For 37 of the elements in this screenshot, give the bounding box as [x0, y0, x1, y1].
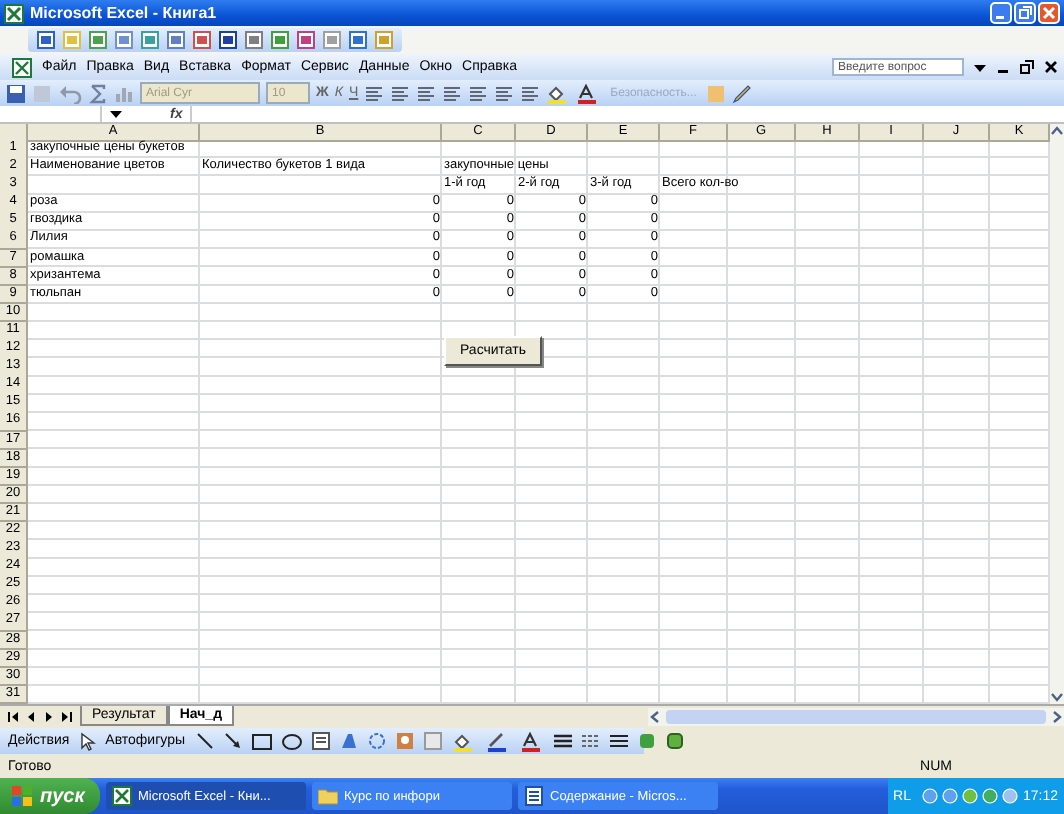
scroll-left-icon[interactable]	[648, 709, 662, 723]
font-color-icon[interactable]	[576, 83, 601, 103]
document-icon	[524, 786, 544, 806]
undo-icon[interactable]	[58, 83, 82, 103]
align-left-icon[interactable]	[364, 83, 385, 103]
spreadsheet-icon	[4, 3, 24, 23]
window-title: Microsoft Excel - Книга1	[30, 4, 217, 22]
fill-color-icon[interactable]	[451, 731, 475, 751]
scroll-down-icon[interactable]	[1050, 690, 1064, 704]
font-color-icon[interactable]	[519, 731, 543, 751]
line-style-icon[interactable]	[553, 732, 571, 750]
close-icon[interactable]	[1044, 60, 1058, 74]
save-icon[interactable]	[6, 83, 26, 103]
windows-logo-icon	[12, 786, 32, 806]
horizontal-scrollbar[interactable]	[648, 707, 1064, 725]
diagram-icon[interactable]	[367, 732, 385, 750]
restore-icon[interactable]	[1020, 60, 1034, 74]
first-sheet-icon[interactable]	[6, 709, 20, 723]
fill-color-icon[interactable]	[546, 83, 571, 103]
scroll-up-icon[interactable]	[1050, 124, 1064, 138]
dropdown-arrow-icon[interactable]	[110, 108, 122, 120]
line-icon[interactable]	[195, 732, 213, 750]
folder-icon	[318, 786, 338, 806]
dropdown-arrow-icon[interactable]	[974, 61, 986, 73]
cursor-icon[interactable]	[79, 731, 96, 751]
document-icon	[12, 57, 32, 77]
vertical-scrollbar[interactable]	[1050, 124, 1064, 704]
arrow-icon[interactable]	[223, 732, 241, 750]
line-color-icon[interactable]	[485, 731, 509, 751]
text-box-icon[interactable]	[311, 732, 329, 750]
spreadsheet-icon	[112, 786, 132, 806]
oval-icon[interactable]	[281, 733, 301, 749]
scroll-right-icon[interactable]	[1050, 709, 1064, 723]
dash-style-icon[interactable]	[581, 732, 599, 750]
last-sheet-icon[interactable]	[60, 709, 74, 723]
wordart-icon[interactable]	[339, 732, 357, 750]
rectangle-icon[interactable]	[251, 733, 271, 749]
